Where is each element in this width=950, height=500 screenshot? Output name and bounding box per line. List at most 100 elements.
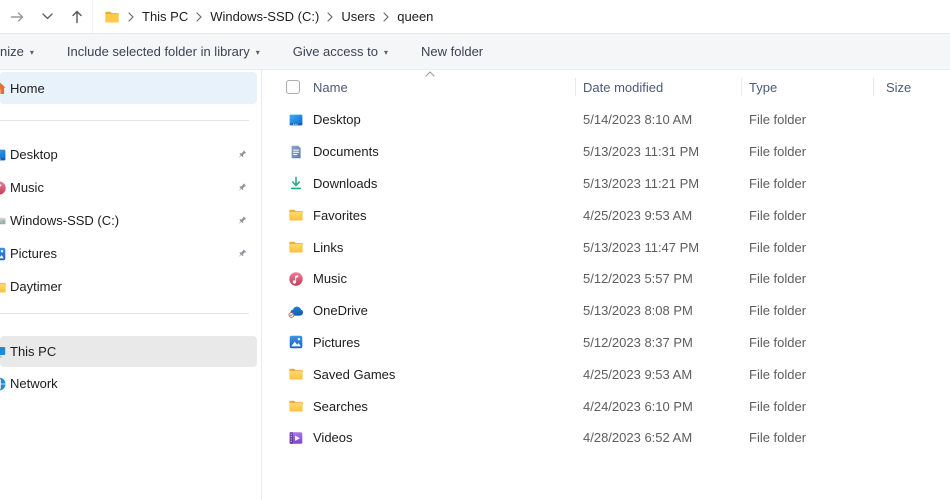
folder-icon bbox=[288, 207, 304, 223]
file-row-pictures[interactable]: Pictures 5/12/2023 8:37 PM File folder bbox=[262, 327, 950, 359]
caret-down-icon: ▾ bbox=[383, 47, 388, 57]
file-name: Downloads bbox=[313, 175, 378, 191]
sidebar-item-label: Windows-SSD (C:) bbox=[10, 213, 120, 228]
file-type: File folder bbox=[749, 144, 807, 160]
breadcrumb-queen[interactable]: queen bbox=[397, 9, 433, 24]
folder-icon bbox=[0, 279, 8, 295]
up-button[interactable] bbox=[62, 3, 92, 31]
sidebar-item-pictures[interactable]: Pictures bbox=[0, 237, 257, 270]
breadcrumb-this-pc[interactable]: This PC bbox=[142, 9, 188, 24]
chevron-down-icon bbox=[41, 13, 53, 20]
sidebar-item-music[interactable]: Music bbox=[0, 171, 257, 204]
address-bar[interactable]: This PC Windows-SSD (C:) Users queen bbox=[92, 0, 950, 33]
sidebar-item-windows-ssd[interactable]: Windows-SSD (C:) bbox=[0, 204, 257, 237]
organize-label: nize bbox=[0, 44, 24, 59]
file-name: Documents bbox=[313, 144, 379, 160]
file-row-searches[interactable]: Searches 4/24/2023 6:10 PM File folder bbox=[262, 390, 950, 422]
file-type: File folder bbox=[749, 112, 807, 128]
chevron-right-icon bbox=[383, 11, 389, 22]
give-access-label: Give access to bbox=[292, 44, 378, 59]
file-date-modified: 5/13/2023 8:08 PM bbox=[583, 303, 693, 319]
file-row-videos[interactable]: Videos 4/28/2023 6:52 AM File folder bbox=[262, 422, 950, 454]
file-name: OneDrive bbox=[313, 303, 368, 319]
folder-icon bbox=[288, 366, 304, 382]
column-header-size[interactable]: Size bbox=[873, 72, 950, 102]
file-date-modified: 5/13/2023 11:21 PM bbox=[583, 175, 700, 191]
forward-button[interactable] bbox=[2, 3, 32, 31]
file-name: Saved Games bbox=[313, 366, 396, 382]
breadcrumb-users[interactable]: Users bbox=[341, 9, 375, 24]
file-date-modified: 4/25/2023 9:53 AM bbox=[583, 207, 693, 223]
file-name: Music bbox=[313, 271, 347, 287]
folder-icon bbox=[288, 398, 304, 414]
documents-icon bbox=[288, 144, 304, 160]
new-folder-button[interactable]: New folder bbox=[421, 44, 483, 59]
sidebar-divider bbox=[0, 313, 249, 314]
give-access-button[interactable]: Give access to ▾ bbox=[293, 44, 388, 59]
file-row-desktop[interactable]: Desktop 5/14/2023 8:10 AM File folder bbox=[262, 104, 950, 136]
column-header-date-modified[interactable]: Date modified bbox=[575, 72, 741, 102]
sidebar-item-label: Music bbox=[10, 180, 44, 195]
file-type: File folder bbox=[749, 303, 807, 319]
file-row-downloads[interactable]: Downloads 5/13/2023 11:21 PM File folder bbox=[262, 168, 950, 200]
file-list-pane: Name Date modified Type Size Desktop 5/1… bbox=[262, 70, 950, 500]
sidebar-item-label: Network bbox=[10, 376, 58, 391]
include-in-library-label: Include selected folder in library bbox=[66, 44, 250, 59]
file-date-modified: 5/13/2023 11:31 PM bbox=[583, 144, 700, 160]
sidebar-item-network[interactable]: Network bbox=[0, 368, 257, 399]
file-row-onedrive[interactable]: OneDrive 5/13/2023 8:08 PM File folder bbox=[262, 295, 950, 327]
file-date-modified: 5/13/2023 11:47 PM bbox=[583, 239, 700, 255]
network-icon bbox=[0, 376, 8, 392]
file-row-links[interactable]: Links 5/13/2023 11:47 PM File folder bbox=[262, 231, 950, 263]
file-type: File folder bbox=[749, 334, 807, 350]
file-row-favorites[interactable]: Favorites 4/25/2023 9:53 AM File folder bbox=[262, 199, 950, 231]
pin-icon bbox=[235, 247, 248, 260]
recent-locations-button[interactable] bbox=[32, 3, 62, 31]
breadcrumb-windows-ssd[interactable]: Windows-SSD (C:) bbox=[210, 9, 319, 24]
organize-button[interactable]: nize ▾ bbox=[0, 44, 34, 59]
chevron-right-icon bbox=[196, 11, 202, 22]
file-name: Favorites bbox=[313, 207, 367, 223]
caret-down-icon: ▾ bbox=[29, 47, 34, 57]
pin-icon bbox=[235, 148, 248, 161]
file-name: Desktop bbox=[313, 112, 361, 128]
file-date-modified: 5/12/2023 8:37 PM bbox=[583, 334, 693, 350]
file-row-music[interactable]: Music 5/12/2023 5:57 PM File folder bbox=[262, 263, 950, 295]
this-pc-icon bbox=[0, 344, 8, 360]
home-icon bbox=[0, 80, 8, 96]
column-header-type[interactable]: Type bbox=[741, 72, 873, 102]
drive-icon bbox=[0, 213, 8, 229]
file-type: File folder bbox=[749, 271, 807, 287]
column-label: Date modified bbox=[583, 79, 664, 95]
column-label: Type bbox=[749, 79, 778, 95]
sidebar-item-label: Home bbox=[10, 80, 45, 96]
sidebar-item-label: Desktop bbox=[10, 147, 58, 162]
sidebar-item-daytimer[interactable]: Daytimer bbox=[0, 270, 257, 303]
file-date-modified: 4/25/2023 9:53 AM bbox=[583, 366, 693, 382]
file-type: File folder bbox=[749, 430, 807, 446]
sidebar-divider bbox=[0, 120, 249, 121]
sort-ascending-icon bbox=[425, 71, 435, 77]
desktop-icon bbox=[288, 112, 304, 128]
file-type: File folder bbox=[749, 175, 807, 191]
sidebar-item-this-pc[interactable]: This PC bbox=[0, 336, 257, 367]
file-row-saved-games[interactable]: Saved Games 4/25/2023 9:53 AM File folde… bbox=[262, 358, 950, 390]
sidebar-item-desktop[interactable]: Desktop bbox=[0, 138, 257, 171]
file-row-documents[interactable]: Documents 5/13/2023 11:31 PM File folder bbox=[262, 136, 950, 168]
new-folder-label: New folder bbox=[421, 44, 484, 59]
include-in-library-button[interactable]: Include selected folder in library ▾ bbox=[67, 44, 260, 59]
select-all-checkbox[interactable] bbox=[286, 80, 300, 94]
file-type: File folder bbox=[749, 207, 807, 223]
file-rows: Desktop 5/14/2023 8:10 AM File folder Do… bbox=[262, 104, 950, 454]
sidebar-item-home[interactable]: Home bbox=[0, 72, 257, 104]
file-date-modified: 5/12/2023 5:57 PM bbox=[583, 271, 693, 287]
caret-down-icon: ▾ bbox=[255, 47, 260, 57]
file-date-modified: 4/24/2023 6:10 PM bbox=[583, 398, 693, 414]
file-name: Pictures bbox=[313, 334, 360, 350]
folder-icon bbox=[288, 239, 304, 255]
music-icon bbox=[288, 271, 304, 287]
column-headers: Name Date modified Type Size bbox=[262, 71, 950, 102]
column-header-name[interactable]: Name bbox=[262, 71, 575, 102]
chevron-right-icon bbox=[128, 11, 134, 22]
file-date-modified: 5/14/2023 8:10 AM bbox=[583, 112, 693, 128]
